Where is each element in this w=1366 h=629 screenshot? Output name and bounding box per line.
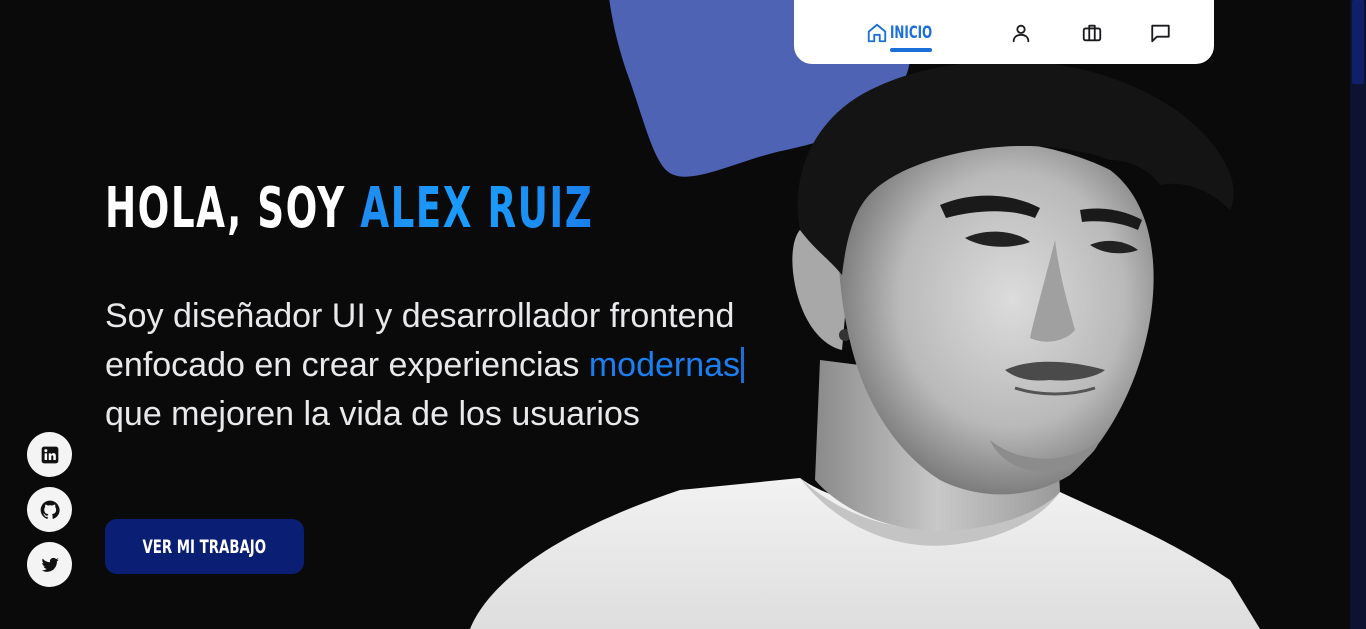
- hero-desc-highlight: modernas: [588, 346, 741, 384]
- nav-item-work[interactable]: [1080, 18, 1104, 48]
- hero-desc-after: que mejoren la vida de los usuarios: [105, 395, 640, 433]
- scrollbar-thumb[interactable]: [1352, 0, 1364, 84]
- github-link[interactable]: [27, 487, 72, 532]
- twitter-link[interactable]: [27, 542, 72, 587]
- nav-item-label: INICIO: [890, 23, 933, 43]
- nav-item-about[interactable]: [1010, 18, 1032, 48]
- hero-title: HOLA, SOY ALEX RUIZ: [105, 178, 593, 240]
- twitter-icon: [41, 557, 59, 572]
- github-icon: [40, 500, 60, 519]
- user-icon: [1012, 24, 1030, 43]
- page-scrollbar[interactable]: [1350, 0, 1366, 629]
- chat-icon: [1151, 24, 1170, 43]
- briefcase-icon: [1082, 24, 1102, 42]
- top-navbar: INICIO: [794, 0, 1214, 64]
- nav-item-inicio[interactable]: INICIO: [866, 18, 944, 48]
- nav-item-contact[interactable]: [1149, 18, 1172, 48]
- view-work-button[interactable]: VER MI TRABAJO: [105, 519, 304, 574]
- home-icon: [867, 23, 887, 43]
- view-work-button-label: VER MI TRABAJO: [142, 535, 267, 558]
- hero-description: Soy diseñador UI y desarrollador fronten…: [105, 292, 805, 439]
- linkedin-link[interactable]: [27, 432, 72, 477]
- portfolio-page: INICIO HOLA, SOY ALEX RUIZ Soy diseñador…: [0, 0, 1366, 629]
- active-nav-indicator: [890, 48, 932, 52]
- typing-caret: [741, 347, 745, 383]
- linkedin-icon: [41, 446, 58, 463]
- hero-greeting: HOLA, SOY: [105, 176, 361, 241]
- hero-name: ALEX RUIZ: [360, 176, 594, 241]
